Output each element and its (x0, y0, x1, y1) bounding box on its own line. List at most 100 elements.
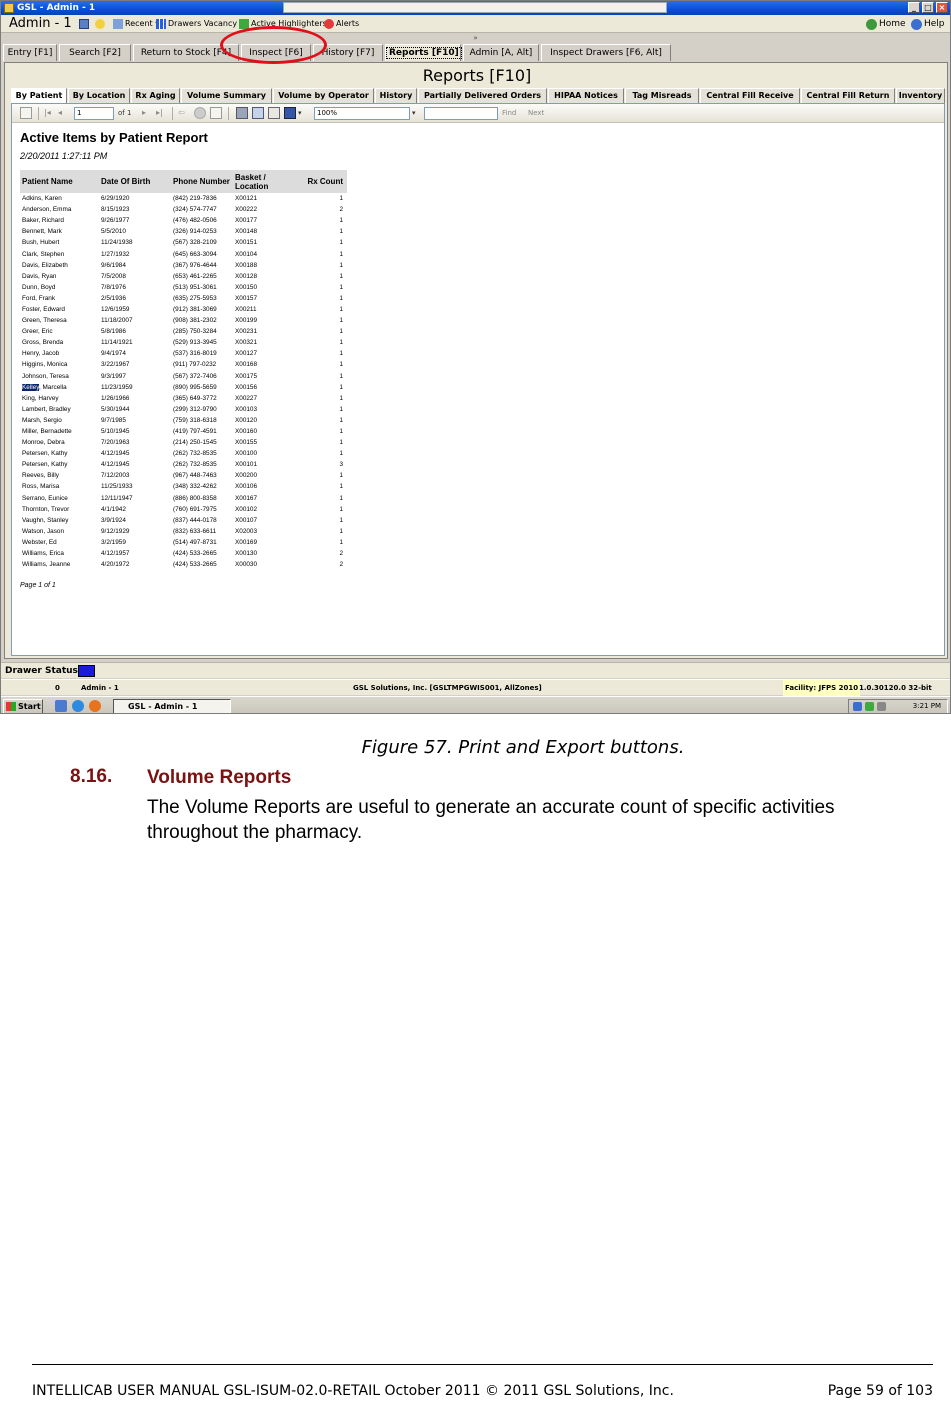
table-row[interactable]: Davis, Elizabeth 9/6/1984 (367) 976-4644 X0… (20, 260, 347, 271)
subtab-central-fill-return[interactable]: Central Fill Return (801, 88, 895, 103)
help-link[interactable]: Help (911, 17, 945, 31)
back-icon[interactable]: ⇦ (178, 107, 190, 119)
tray-app-icon[interactable] (865, 702, 874, 711)
table-row[interactable]: Petersen, Kathy 4/12/1945 (262) 732-8535 X0… (20, 448, 347, 459)
minimize-button[interactable]: _ (908, 2, 920, 13)
table-row[interactable]: Greer, Eric 5/8/1986 (285) 750-3284 X00231 1 (20, 326, 347, 337)
cell-rx-count: 1 (339, 394, 343, 402)
table-row[interactable]: Williams, Erica 4/12/1957 (424) 533-2665 X0… (20, 548, 347, 559)
table-row[interactable]: Ford, Frank 2/5/1936 (635) 275-5953 X00157 1 (20, 293, 347, 304)
close-button[interactable]: × (936, 2, 948, 13)
find-input[interactable] (424, 107, 498, 120)
table-row[interactable]: Webster, Ed 3/2/1959 (514) 497-8731 X00169 1 (20, 537, 347, 548)
table-row[interactable]: Petersen, Kathy 4/12/1945 (262) 732-8535 X0… (20, 459, 347, 470)
table-row[interactable]: Williams, Jeanne 4/20/1972 (424) 533-2665 X… (20, 559, 347, 570)
first-page-icon[interactable]: |◂ (44, 107, 56, 119)
tab-search[interactable]: Search [F2] (59, 44, 131, 61)
home-link[interactable]: Home (866, 17, 906, 31)
table-row[interactable]: Miller, Bernadette 5/10/1945 (419) 797-459… (20, 426, 347, 437)
toggle-group-tree-icon[interactable] (20, 107, 32, 119)
table-row[interactable]: Clark, Stephen 1/27/1932 (645) 663-3094 X00… (20, 248, 347, 259)
cell-rx-count: 1 (339, 305, 343, 313)
browser-icon[interactable] (72, 700, 84, 712)
subtab-central-fill-receive[interactable]: Central Fill Receive (700, 88, 800, 103)
subtab-inventory[interactable]: Inventory (896, 88, 945, 103)
window-titlebar[interactable]: GSL - Admin - 1 _ □ × (1, 1, 950, 15)
next-button[interactable]: Next (528, 107, 544, 120)
collapse-toggle[interactable]: » (1, 33, 950, 43)
print-layout-icon[interactable] (252, 107, 264, 119)
alerts-button[interactable]: Alerts (324, 17, 359, 31)
lightbulb-icon[interactable] (95, 17, 107, 31)
next-page-icon[interactable]: ▸ (142, 107, 154, 119)
refresh-icon[interactable] (210, 107, 222, 119)
subtab-volume-by-operator[interactable]: Volume by Operator (273, 88, 374, 103)
export-icon[interactable] (284, 107, 296, 119)
zoom-select[interactable]: 100% (314, 107, 410, 120)
table-row[interactable]: Baker, Richard 9/26/1977 (476) 482-0506 X00… (20, 215, 347, 226)
table-row[interactable]: Marsh, Sergio 9/7/1985 (759) 318-6318 X0012… (20, 415, 347, 426)
table-row[interactable]: Green, Theresa 11/18/2007 (908) 381-2302 X0… (20, 315, 347, 326)
table-row[interactable]: Bennett, Mark 5/5/2010 (326) 914-0253 X0014… (20, 226, 347, 237)
table-row[interactable]: Johnson, Teresa 9/3/1997 (567) 372-7406 X00… (20, 371, 347, 382)
volume-icon[interactable] (877, 702, 886, 711)
subtab-hipaa-notices[interactable]: HIPAA Notices (548, 88, 624, 103)
stop-icon[interactable] (194, 107, 206, 119)
subtab-tag-misreads[interactable]: Tag Misreads (625, 88, 699, 103)
table-row[interactable]: Adkins, Karen 6/29/1920 (842) 219-7836 X001… (20, 193, 347, 204)
table-row[interactable]: Henry, Jacob 9/4/1974 (537) 316-8019 X00127… (20, 348, 347, 359)
cell-basket-location: X00169 (235, 538, 258, 546)
table-row[interactable]: Ross, Marisa 11/25/1933 (348) 332-4262 X001… (20, 481, 347, 492)
table-row[interactable]: Watson, Jason 9/12/1929 (832) 633-6611 X020… (20, 526, 347, 537)
cell-date-of-birth: 11/24/1938 (101, 239, 133, 247)
subtab-partially-delivered-orders[interactable]: Partially Delivered Orders (418, 88, 547, 103)
tab-inspect-drawers[interactable]: Inspect Drawers [F6, Alt] (541, 44, 671, 61)
zoom-dropdown-icon[interactable]: ▾ (412, 107, 416, 120)
status-version: 1.0.30120.0 32-bit (859, 684, 932, 692)
selected-text: Kelley (22, 383, 39, 391)
table-row[interactable]: Dunn, Boyd 7/8/1976 (513) 951-3061 X00150 1 (20, 282, 347, 293)
table-row[interactable]: Serrano, Eunice 12/11/1947 (886) 800-8358 X… (20, 493, 347, 504)
table-row[interactable]: Bush, Hubert 11/24/1938 (567) 328-2109 X001… (20, 237, 347, 248)
table-row[interactable]: Monroe, Debra 7/20/1963 (214) 250-1545 X001… (20, 437, 347, 448)
export-dropdown-icon[interactable]: ▾ (298, 107, 302, 120)
tab-entry[interactable]: Entry [F1] (3, 44, 57, 61)
subtab-by-location[interactable]: By Location (68, 88, 130, 103)
taskbar-app-button[interactable]: GSL - Admin - 1 (113, 699, 231, 713)
table-row[interactable]: Thornton, Trevor 4/1/1942 (760) 691-7975 X0… (20, 504, 347, 515)
subtab-volume-summary[interactable]: Volume Summary (181, 88, 272, 103)
firefox-icon[interactable] (89, 700, 101, 712)
drawers-vacancy-button[interactable]: Drawers Vacancy (156, 17, 237, 31)
start-button[interactable]: Start (3, 699, 43, 713)
page-setup-icon[interactable] (268, 107, 280, 119)
find-button[interactable]: Find (502, 107, 516, 120)
table-row[interactable]: Davis, Ryan 7/5/2008 (653) 461-2265 X00128 1 (20, 271, 347, 282)
recent-menu[interactable]: Recent ▾ (113, 17, 159, 31)
table-row[interactable]: Gross, Brenda 11/14/1921 (529) 913-3945 X00… (20, 337, 347, 348)
subtab-rx-aging[interactable]: Rx Aging (131, 88, 180, 103)
network-icon[interactable] (853, 702, 862, 711)
table-row[interactable]: Kelley, Marcella 11/23/1959 (890) 995-5659… (20, 382, 347, 393)
table-row[interactable]: Anderson, Emma 8/15/1923 (324) 574-7747 X00… (20, 204, 347, 215)
table-row[interactable]: Lambert, Bradley 5/30/1944 (299) 312-9790 X… (20, 404, 347, 415)
title-search-field[interactable] (283, 2, 667, 13)
last-page-icon[interactable]: ▸| (156, 107, 168, 119)
previous-page-icon[interactable]: ◂ (58, 107, 70, 119)
table-row[interactable]: Vaughn, Stanley 3/9/1924 (837) 444-0178 X00… (20, 515, 347, 526)
save-icon[interactable] (79, 17, 91, 31)
subtab-by-patient[interactable]: By Patient (11, 88, 67, 104)
print-icon[interactable] (236, 107, 248, 119)
subtab-history[interactable]: History (375, 88, 417, 103)
table-row[interactable]: Reeves, Billy 7/12/2003 (967) 448-7463 X002… (20, 470, 347, 481)
show-desktop-icon[interactable] (55, 700, 67, 712)
cell-date-of-birth: 2/5/1936 (101, 294, 126, 302)
maximize-button[interactable]: □ (922, 2, 934, 13)
tab-reports[interactable]: Reports [F10] (385, 44, 462, 61)
page-number-input[interactable]: 1 (74, 107, 114, 120)
cell-phone-number: (367) 976-4644 (173, 261, 217, 269)
table-row[interactable]: King, Harvey 1/26/1966 (365) 649-3772 X0022… (20, 393, 347, 404)
tab-admin[interactable]: Admin [A, Alt] (463, 44, 539, 61)
cell-rx-count: 1 (339, 416, 343, 424)
table-row[interactable]: Higgins, Monica 3/22/1967 (911) 797-0232 X0… (20, 359, 347, 370)
table-row[interactable]: Foster, Edward 12/6/1959 (912) 381-3069 X00… (20, 304, 347, 315)
